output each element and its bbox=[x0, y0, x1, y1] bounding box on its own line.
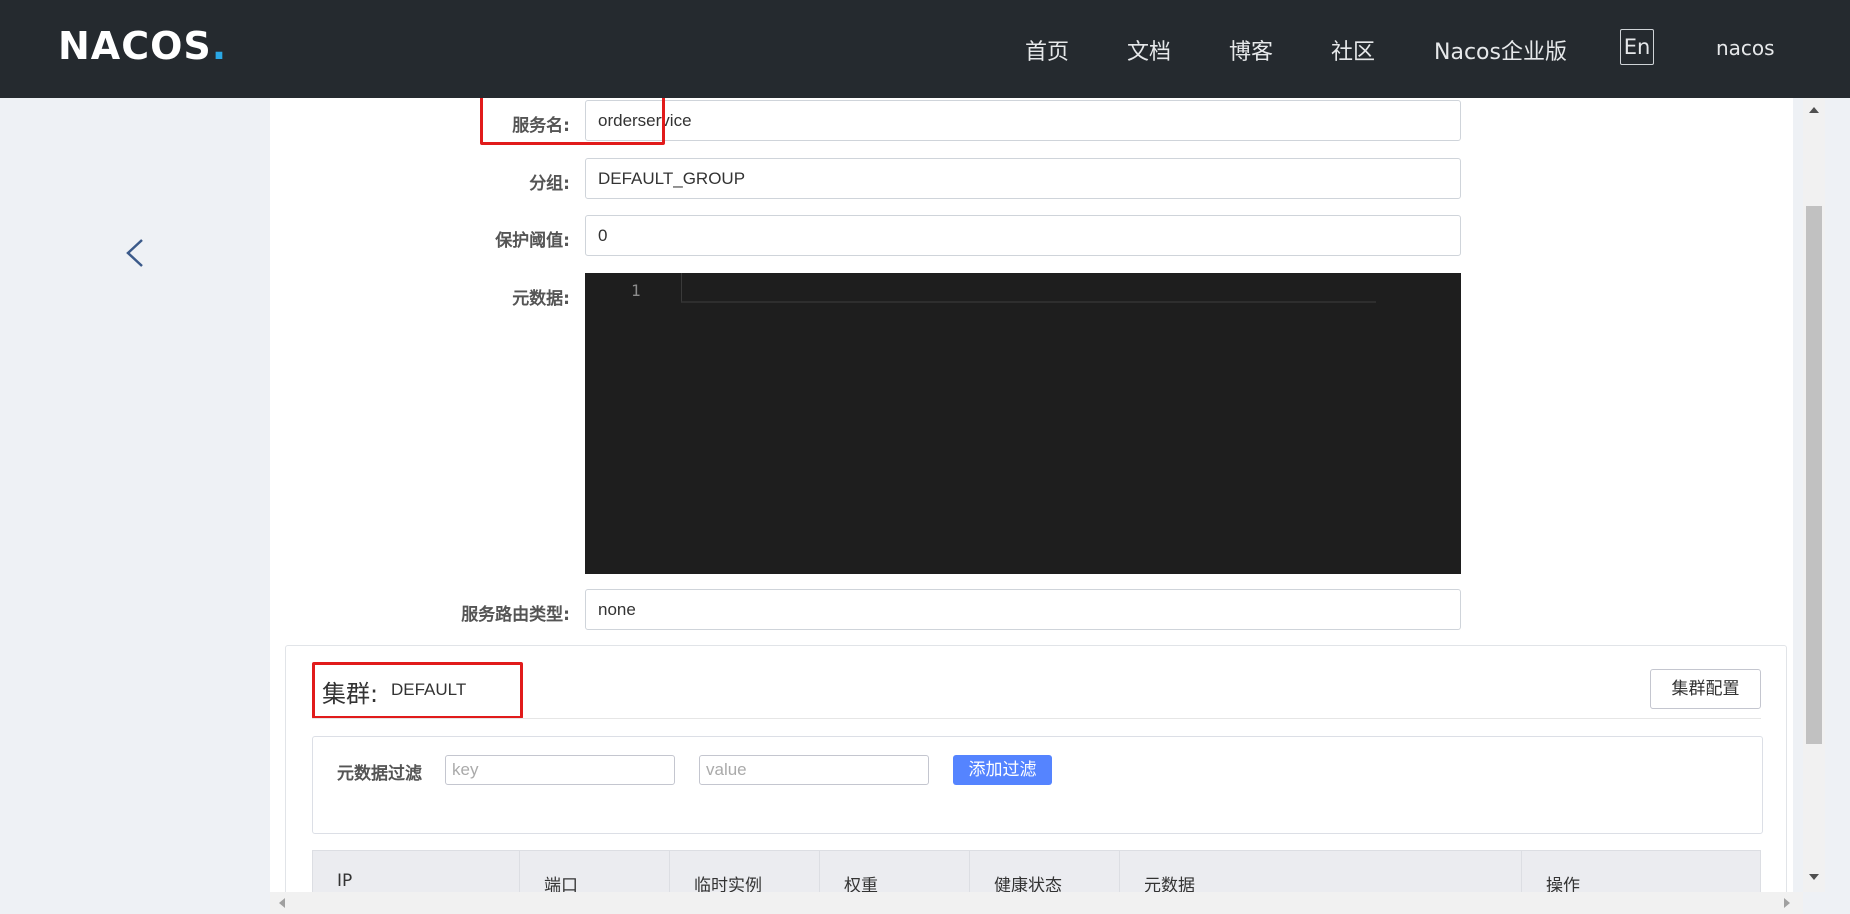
metadata-filter-box: 元数据过滤 key value 添加过滤 bbox=[312, 736, 1763, 834]
route-type-label: 服务路由类型: bbox=[461, 605, 570, 625]
scroll-down-icon[interactable] bbox=[1809, 874, 1819, 880]
highlight-box-cluster bbox=[312, 662, 523, 719]
editor-line-number: 1 bbox=[631, 281, 641, 300]
vertical-scrollbar[interactable] bbox=[1803, 98, 1825, 892]
vertical-scroll-thumb[interactable] bbox=[1806, 206, 1822, 744]
threshold-field[interactable]: 0 bbox=[585, 215, 1461, 256]
logo-text: NACOS bbox=[58, 24, 212, 68]
instance-table-header: IP 端口 临时实例 权重 健康状态 元数据 操作 bbox=[312, 850, 1761, 892]
service-name-field[interactable]: orderservice bbox=[585, 100, 1461, 141]
route-type-field[interactable]: none bbox=[585, 589, 1461, 630]
nav-enterprise[interactable]: Nacos企业版 bbox=[1434, 34, 1567, 66]
metadata-filter-label: 元数据过滤 bbox=[337, 764, 422, 784]
editor-current-line bbox=[681, 273, 1376, 303]
user-menu[interactable]: nacos bbox=[1716, 36, 1775, 60]
nav-docs[interactable]: 文档 bbox=[1127, 34, 1171, 66]
metadata-editor[interactable]: 1 bbox=[585, 273, 1461, 574]
scroll-right-icon[interactable] bbox=[1784, 898, 1790, 908]
nav-blog[interactable]: 博客 bbox=[1229, 34, 1273, 66]
service-detail-panel: 服务名: orderservice 分组: DEFAULT_GROUP 保护阈值… bbox=[270, 98, 1793, 892]
column-port: 端口 bbox=[520, 851, 670, 892]
column-ephemeral: 临时实例 bbox=[670, 851, 820, 892]
nav-community[interactable]: 社区 bbox=[1331, 34, 1375, 66]
scroll-left-icon[interactable] bbox=[279, 898, 285, 908]
filter-value-input[interactable]: value bbox=[699, 755, 929, 785]
metadata-label: 元数据: bbox=[512, 289, 570, 309]
cluster-divider bbox=[312, 718, 1761, 719]
threshold-label: 保护阈值: bbox=[495, 231, 570, 251]
scroll-up-icon[interactable] bbox=[1809, 107, 1819, 113]
column-actions: 操作 bbox=[1546, 876, 1580, 892]
group-label: 分组: bbox=[529, 174, 570, 194]
column-ip: IP bbox=[313, 851, 520, 892]
horizontal-scrollbar[interactable] bbox=[270, 892, 1803, 914]
cluster-card: 集群: DEFAULT 集群配置 元数据过滤 key value 添加过滤 IP… bbox=[285, 645, 1787, 892]
top-navbar: NACOS. 首页 文档 博客 社区 Nacos企业版 En nacos bbox=[0, 0, 1850, 98]
add-filter-button[interactable]: 添加过滤 bbox=[953, 755, 1052, 785]
nav-home[interactable]: 首页 bbox=[1025, 34, 1069, 66]
nacos-logo[interactable]: NACOS. bbox=[58, 24, 227, 68]
sidebar bbox=[0, 98, 270, 914]
filter-key-input[interactable]: key bbox=[445, 755, 675, 785]
highlight-box-service-name bbox=[480, 98, 665, 145]
logo-dot: . bbox=[211, 24, 228, 68]
cluster-config-button[interactable]: 集群配置 bbox=[1650, 669, 1761, 709]
language-switch[interactable]: En bbox=[1620, 29, 1654, 65]
column-metadata: 元数据 bbox=[1120, 851, 1522, 892]
group-field[interactable]: DEFAULT_GROUP bbox=[585, 158, 1461, 199]
column-health: 健康状态 bbox=[970, 851, 1120, 892]
chevron-left-icon[interactable] bbox=[122, 238, 152, 268]
column-weight: 权重 bbox=[820, 851, 970, 892]
